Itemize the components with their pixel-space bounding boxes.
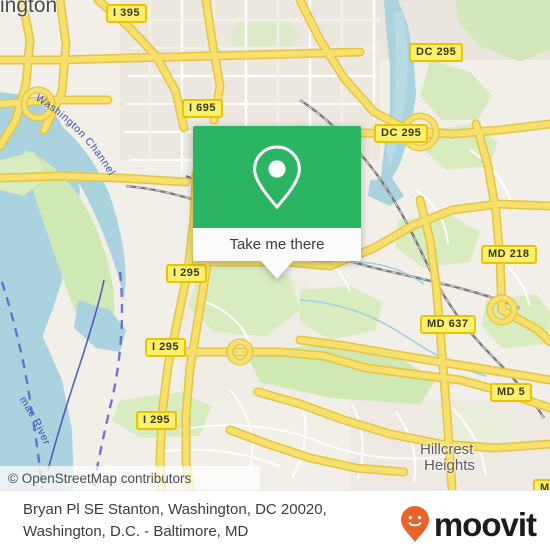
shield-dc-295-north[interactable]: DC 295 [409,43,464,62]
address-line-2: Washington, D.C. - Baltimore, MD [23,523,249,540]
map-canvas[interactable]: Washington Channel mac River ington Hill… [0,0,550,490]
callout-tail [261,261,293,279]
shield-i-395[interactable]: I 395 [106,4,147,23]
shield-md-218[interactable]: MD 218 [481,245,537,264]
address-line-1: Bryan Pl SE Stanton, Washington, DC 2002… [23,501,327,518]
osm-attribution-text: © OpenStreetMap contributors [8,470,192,486]
shield-md-edge[interactable]: MD [533,479,550,490]
shield-i-295-mid[interactable]: I 295 [145,338,186,357]
osm-attribution[interactable]: © OpenStreetMap contributors [0,466,260,490]
map-pin-icon [253,145,301,210]
map-screenshot: Washington Channel mac River ington Hill… [0,0,550,550]
place-label-hillcrest: Hillcrest [420,441,474,458]
footer-bar: Bryan Pl SE Stanton, Washington, DC 2002… [0,490,550,550]
place-label-washington: ington [0,0,58,17]
address-block: Bryan Pl SE Stanton, Washington, DC 2002… [23,499,393,543]
shield-md-5[interactable]: MD 5 [490,383,533,402]
place-label-heights: Heights [424,457,475,474]
shield-md-637[interactable]: MD 637 [420,315,476,334]
shield-i-295-south[interactable]: I 295 [136,411,177,430]
location-callout-card[interactable]: Take me there [193,126,361,279]
shield-i-295-north[interactable]: I 295 [166,264,207,283]
callout-action[interactable]: Take me there [193,228,361,261]
shield-dc-295-south[interactable]: DC 295 [374,124,429,143]
moovit-logo[interactable]: moovit [400,505,537,543]
shield-i-695[interactable]: I 695 [182,99,223,118]
moovit-wordmark: moovit [433,505,537,543]
moovit-smiley-pin-icon [400,506,429,542]
callout-header [193,126,361,228]
callout-action-label: Take me there [229,236,325,253]
